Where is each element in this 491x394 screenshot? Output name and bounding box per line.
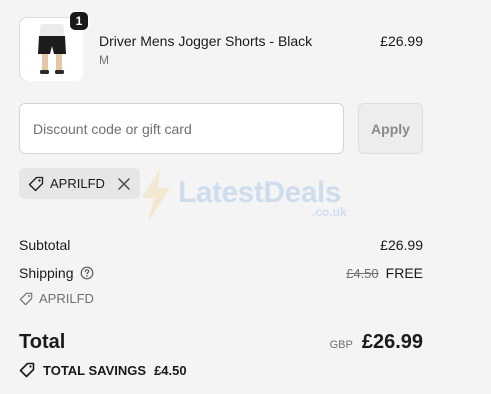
tag-icon — [19, 362, 35, 378]
total-value-group: GBP £26.99 — [330, 331, 423, 354]
help-icon[interactable] — [80, 266, 94, 280]
total-value: £26.99 — [361, 331, 423, 353]
applied-code-text: APRILFD — [50, 176, 105, 191]
shipping-label: Shipping — [19, 265, 74, 281]
total-label: Total — [19, 331, 66, 353]
product-price: £26.99 — [380, 33, 423, 49]
product-variant: M — [99, 53, 109, 67]
currency-code: GBP — [329, 339, 353, 351]
tag-icon — [28, 176, 44, 191]
product-name: Driver Mens Jogger Shorts - Black — [99, 33, 313, 49]
shipping-value-group: £4.50 FREE — [346, 265, 423, 281]
applied-discount-code: APRILFD — [39, 291, 94, 306]
total-savings-label: TOTAL SAVINGS — [43, 362, 147, 378]
shipping-row-label: Shipping — [19, 265, 94, 281]
total-savings-value: £4.50 — [154, 362, 187, 378]
tag-icon — [19, 292, 33, 305]
shipping-original-price: £4.50 — [346, 265, 379, 281]
discount-code-input[interactable] — [19, 103, 344, 154]
total-savings-row: TOTAL SAVINGS £4.50 — [19, 362, 187, 378]
subtotal-label: Subtotal — [19, 237, 71, 253]
watermark-subtext: .co.uk — [312, 205, 347, 219]
applied-discount-row: APRILFD — [19, 291, 94, 306]
lightning-watermark-icon — [142, 168, 170, 222]
remove-code-icon[interactable] — [117, 177, 131, 191]
applied-code-chip: APRILFD — [19, 168, 140, 199]
subtotal-value: £26.99 — [380, 237, 423, 253]
apply-button[interactable]: Apply — [358, 103, 423, 154]
shipping-value: FREE — [385, 265, 423, 281]
quantity-badge: 1 — [69, 11, 89, 31]
